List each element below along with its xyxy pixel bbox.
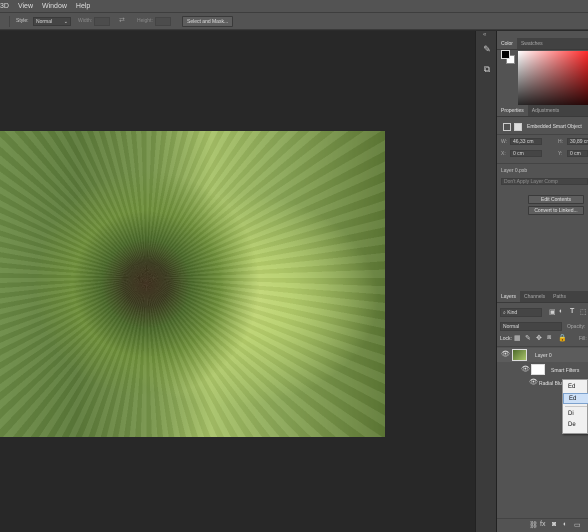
tab-adjustments[interactable]: Adjustments [528,105,564,116]
canvas-workspace [0,31,475,532]
menu-window[interactable]: Window [42,3,67,10]
context-menu-item-3[interactable]: Di [563,409,588,420]
smart-object-file-name: Layer 0.psb [501,168,528,174]
filter-shape-icon[interactable]: ⬚ [580,308,587,316]
context-menu-item-1[interactable]: Ed [563,382,588,393]
document-image-radial-blur[interactable] [0,131,385,437]
layer-filter-kind-select[interactable]: ⌕ Kind [500,308,542,317]
style-select[interactable]: Normal ⌄ [33,17,71,26]
context-menu-item-4[interactable]: De [563,420,588,431]
tab-properties[interactable]: Properties [497,105,528,116]
lock-position-icon[interactable]: ✥ [536,334,542,342]
properties-panel: Properties Adjustments Embedded Smart Ob… [497,105,588,283]
layer-mask-icon [514,123,522,131]
properties-divider-2 [497,163,588,164]
x-prop-field[interactable]: 0 cm [510,150,542,157]
layer-name: Layer 0 [535,353,552,359]
fx-icon[interactable]: fx [540,521,545,528]
visibility-eye-icon[interactable]: 👁 [521,365,530,373]
radial-blur-filter-name: Radial Blur [539,381,564,387]
visibility-eye-icon[interactable]: 👁 [529,378,538,386]
edit-contents-button[interactable]: Edit Contents [528,195,584,204]
context-menu-item-2[interactable]: Ed [563,393,588,404]
smart-object-icon [503,123,511,131]
height-prop-field[interactable]: 30,89 cm [567,138,588,145]
layer-thumbnail [512,349,527,361]
add-mask-icon[interactable]: ◙ [552,521,556,528]
layer-row-layer-0[interactable]: 👁 Layer 0 [497,348,588,362]
smart-filter-mask-thumbnail [531,364,545,375]
blend-mode-value: Normal [503,324,520,330]
chevron-down-icon: ⌄ [63,19,68,25]
menu-bar: 3D View Window Help [0,0,588,13]
filter-pixel-icon[interactable]: ▣ [549,308,556,316]
blend-mode-select[interactable]: Normal [500,322,562,331]
tab-swatches[interactable]: Swatches [517,38,547,49]
select-and-mask-button[interactable]: Select and Mask... [182,16,234,27]
panel-dock-strip: « ✎ ⧉ [475,31,497,532]
width-input[interactable] [94,17,110,26]
menu-help[interactable]: Help [76,3,90,10]
fill-label: Fill: [579,336,587,342]
layers-divider [497,346,588,347]
height-input[interactable] [155,17,171,26]
tab-channels[interactable]: Channels [520,291,549,302]
lock-all-icon[interactable]: 🔒 [558,334,567,342]
y-prop-field[interactable]: 0 cm [567,150,588,157]
properties-panel-tabs: Properties Adjustments [497,105,588,117]
visibility-eye-icon[interactable]: 👁 [501,350,510,358]
style-label: Style: [16,18,29,24]
context-menu-separator [565,406,587,407]
width-prop-field[interactable]: 46,33 cm [510,138,542,145]
lock-transparency-icon[interactable]: ▦ [514,334,521,342]
layer-row-smart-filters[interactable]: 👁 Smart Filters [497,363,588,377]
x-prop-label: X: [501,151,506,157]
smart-object-type: Embedded Smart Object [527,124,582,130]
smart-filters-label: Smart Filters [551,368,580,374]
options-bar: Style: Normal ⌄ Width: ⇄ Height: Select … [0,13,588,30]
tab-layers[interactable]: Layers [497,291,521,302]
menu-3d[interactable]: 3D [0,3,9,10]
collapse-panels-icon[interactable]: « [483,32,486,38]
y-prop-label: Y: [558,151,563,157]
lock-artboard-icon[interactable]: ⧈ [547,334,551,342]
properties-panel-icon[interactable]: ⧉ [481,63,493,75]
link-layers-icon[interactable]: ⛓ [529,521,538,529]
opacity-label: Opacity: [567,324,586,330]
brush-presets-icon[interactable]: ✎ [481,43,493,55]
lock-label: Lock: [500,336,512,342]
color-panel-tabs: Color Swatches [497,38,588,50]
height-prop-label: H: [558,139,563,145]
new-group-icon[interactable]: ▭ [574,521,581,529]
options-separator [9,16,10,27]
swap-icon[interactable]: ⇄ [119,16,125,24]
width-prop-label: W: [501,139,508,145]
height-label: Height: [137,18,153,24]
right-panels: Color Swatches Properties Adjustments Em… [497,31,588,532]
properties-divider [497,134,588,135]
kind-label: Kind [507,310,518,316]
width-label: Width: [78,18,93,24]
tab-paths[interactable]: Paths [549,291,570,302]
layers-panel-tabs: Layers Channels Paths [497,291,588,303]
filter-type-icon[interactable]: T [570,308,574,315]
filter-adjustment-icon[interactable]: ◐ [559,308,563,315]
search-icon: ⌕ [503,310,506,316]
context-menu: Ed Ed Di De [562,379,588,434]
convert-to-linked-button[interactable]: Convert to Linked... [528,206,584,215]
lock-paint-icon[interactable]: ✎ [525,334,531,342]
foreground-color-swatch[interactable] [501,50,510,59]
tab-color[interactable]: Color [497,38,517,49]
menu-view[interactable]: View [18,3,33,10]
adjustment-layer-icon[interactable]: ◐ [563,521,567,528]
layers-bottom-divider [497,518,588,519]
style-value: Normal [36,19,53,25]
layer-comp-select[interactable]: Don't Apply Layer Comp [501,178,588,185]
